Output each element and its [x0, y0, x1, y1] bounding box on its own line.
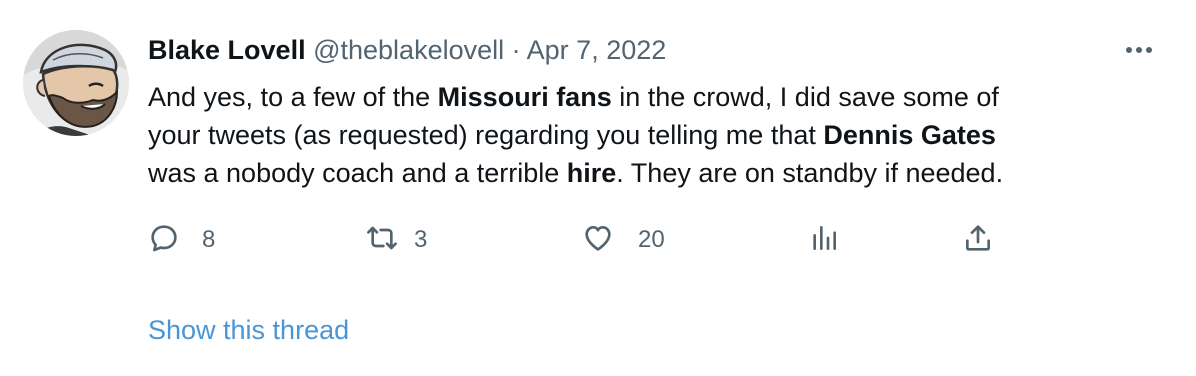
like-button[interactable]: 20 [582, 218, 665, 262]
share-button[interactable] [962, 218, 994, 262]
show-thread-link[interactable]: Show this thread [148, 312, 349, 348]
more-dots-icon[interactable] [1122, 38, 1156, 62]
text-bold-segment: Dennis Gates [823, 120, 996, 150]
text-segment: . They are on standby if needed. [616, 158, 1004, 188]
author-handle[interactable]: @theblakelovell [313, 35, 504, 65]
heart-icon [582, 222, 614, 259]
reply-count: 8 [202, 226, 216, 253]
tweet-date[interactable]: Apr 7, 2022 [527, 35, 667, 65]
text-bold-segment: hire [566, 158, 617, 188]
analytics-button[interactable] [808, 218, 840, 262]
retweet-icon [366, 222, 398, 259]
tweet: Blake Lovell @theblakelovell · Apr 7, 20… [0, 0, 1196, 376]
share-icon [962, 222, 994, 259]
analytics-icon [808, 222, 840, 259]
reply-icon [148, 222, 180, 259]
avatar[interactable] [23, 30, 129, 136]
retweet-button[interactable]: 3 [366, 218, 427, 262]
tweet-text-line: And yes, to a few of the Missouri fans i… [148, 78, 1158, 116]
tweet-header: Blake Lovell @theblakelovell · Apr 7, 20… [148, 32, 666, 68]
tweet-text-line: was a nobody coach and a terrible hire. … [148, 154, 1158, 192]
retweet-count: 3 [414, 226, 428, 253]
text-segment: was a nobody coach and a terrible [148, 158, 567, 188]
action-bar: 8 3 20 [148, 218, 1048, 262]
tweet-text: And yes, to a few of the Missouri fans i… [148, 78, 1158, 192]
text-segment: in the crowd, I did save some of [611, 82, 999, 112]
text-bold-segment: Missouri fans [437, 82, 612, 112]
like-count: 20 [638, 226, 665, 253]
text-segment: your tweets (as requested) regarding you… [148, 120, 824, 150]
reply-button[interactable]: 8 [148, 218, 215, 262]
tweet-text-line: your tweets (as requested) regarding you… [148, 116, 1158, 154]
text-segment: And yes, to a few of the [148, 82, 438, 112]
author-name[interactable]: Blake Lovell [148, 35, 306, 65]
separator-dot: · [511, 35, 521, 65]
